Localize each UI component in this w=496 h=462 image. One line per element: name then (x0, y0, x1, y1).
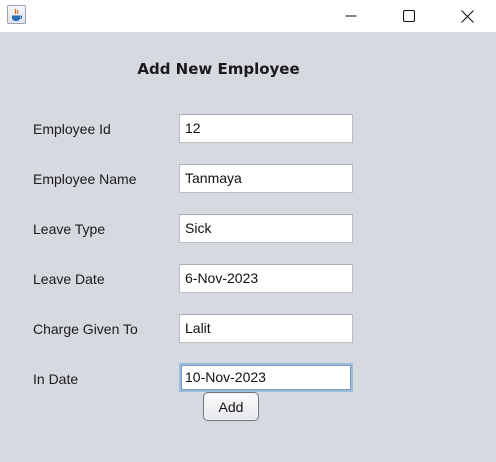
close-icon (460, 9, 474, 23)
app-window: Add New Employee Employee Id 12 Employee… (0, 0, 496, 462)
in-date-label: In Date (33, 371, 79, 387)
employee-id-label: Employee Id (33, 121, 111, 137)
leave-type-label: Leave Type (33, 221, 106, 237)
form-heading: Add New Employee (137, 60, 300, 78)
maximize-icon (403, 10, 415, 22)
close-button[interactable] (438, 0, 496, 32)
leave-date-label: Leave Date (33, 271, 105, 287)
form-panel: Add New Employee Employee Id 12 Employee… (0, 32, 496, 462)
in-date-field[interactable]: 10-Nov-2023 (179, 363, 353, 392)
minimize-icon (345, 15, 357, 17)
add-button[interactable]: Add (203, 392, 259, 421)
leave-type-field[interactable]: Sick (179, 214, 353, 243)
title-bar[interactable] (0, 0, 496, 32)
minimize-button[interactable] (322, 0, 380, 32)
charge-given-to-field[interactable]: Lalit (179, 314, 353, 343)
leave-date-field[interactable]: 6-Nov-2023 (179, 264, 353, 293)
java-icon[interactable] (7, 5, 26, 24)
employee-name-field[interactable]: Tanmaya (179, 164, 353, 193)
employee-id-field[interactable]: 12 (179, 114, 353, 143)
employee-name-label: Employee Name (33, 171, 137, 187)
maximize-button[interactable] (380, 0, 438, 32)
charge-given-to-label: Charge Given To (33, 321, 138, 337)
add-button-label: Add (218, 398, 244, 415)
